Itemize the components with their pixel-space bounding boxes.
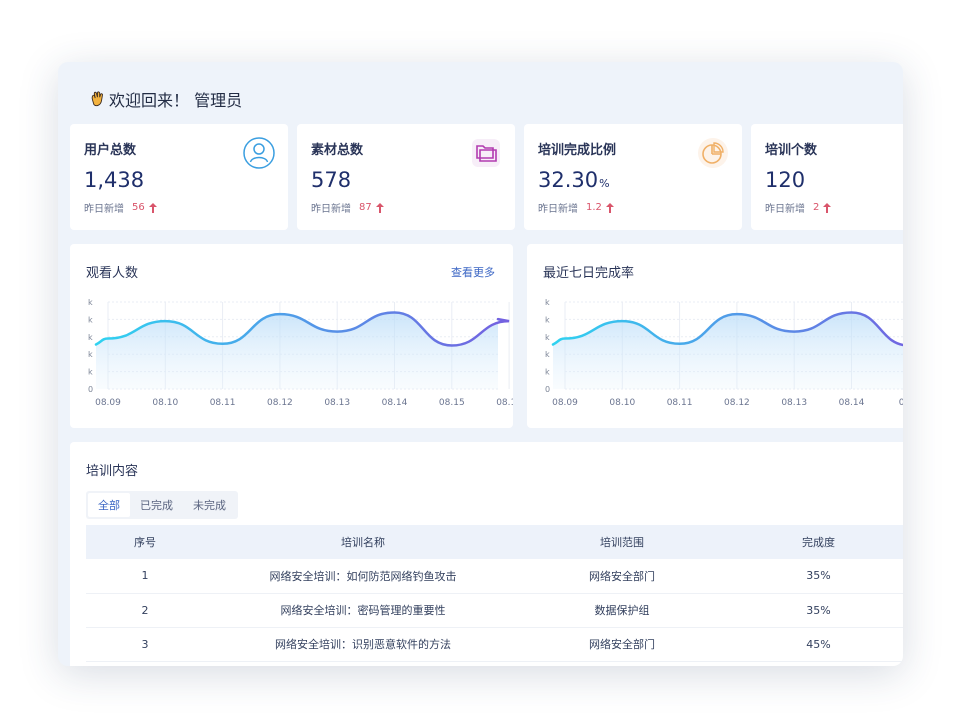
y-tick-label: 0: [545, 385, 550, 394]
tab-all[interactable]: 全部: [88, 493, 130, 517]
table-row[interactable]: 3 网络安全培训：识别恶意软件的方法 网络安全部门 45%: [86, 627, 903, 662]
stat-card-trainings[interactable]: 培训个数 120 昨日新增 2: [751, 124, 903, 230]
cell-progress: 35%: [722, 593, 903, 628]
stat-value: 1,438: [84, 168, 145, 192]
x-tick-label: 08.14: [839, 398, 865, 408]
welcome-text: 欢迎回来！ 管理员: [109, 91, 243, 110]
welcome-banner: 欢迎回来！ 管理员: [88, 88, 242, 110]
training-content-card: 培训内容 全部 已完成 未完成 序号 培训名称 培训范围 完成度 1 网络安全培…: [70, 442, 903, 666]
column-header: 培训范围: [522, 525, 722, 559]
stat-card-completion[interactable]: 培训完成比例 32.30% 昨日新增 1.2: [524, 124, 742, 230]
table-row[interactable]: 2 网络安全培训：密码管理的重要性 数据保护组 35%: [86, 593, 903, 628]
cell-name: 网络安全培训：如何防范网络钓鱼攻击: [204, 559, 522, 594]
cell-index: 1: [86, 559, 204, 594]
y-tick-label: k: [88, 315, 93, 324]
stat-delta: 昨日新增 87: [311, 200, 384, 215]
x-tick-label: 08.09: [95, 398, 121, 408]
stat-delta: 昨日新增 56: [84, 200, 157, 215]
y-tick-label: 0: [88, 385, 93, 394]
cell-name: 网络安全培训：密码管理的重要性: [204, 593, 522, 628]
column-header: 培训名称: [204, 525, 522, 559]
y-tick-label: k: [88, 333, 93, 342]
arrow-up-icon: [148, 202, 157, 213]
waving-hand-icon: [91, 91, 103, 107]
x-tick-label: 08.10: [152, 398, 178, 408]
x-tick-label: 08.10: [609, 398, 635, 408]
y-tick-label: k: [88, 350, 93, 359]
cell-scope: 网络安全部门: [522, 559, 722, 594]
column-header: 序号: [86, 525, 204, 559]
stat-card-users[interactable]: 用户总数 1,438 昨日新增 56: [70, 124, 288, 230]
stat-delta: 昨日新增 2: [765, 200, 832, 215]
cell-name: 网络安全培训：识别恶意软件的方法: [204, 627, 522, 662]
cell-index: 2: [86, 593, 204, 628]
x-tick-label: 08.11: [667, 398, 693, 408]
y-tick-label: k: [545, 298, 550, 307]
cell-progress: 35%: [722, 559, 903, 594]
cell-scope: 数据保护组: [522, 593, 722, 628]
tab-completed[interactable]: 已完成: [130, 493, 183, 517]
y-tick-label: k: [545, 333, 550, 342]
stat-title: 培训完成比例: [538, 143, 617, 158]
x-tick-label: 08.09: [552, 398, 578, 408]
x-tick-label: 08.13: [324, 398, 350, 408]
y-tick-label: k: [88, 368, 93, 377]
y-tick-label: k: [545, 315, 550, 324]
views-line-chart: kkkkk008.09 08.10 08.11 08.12 08.13 08.14 08.1…: [88, 298, 513, 408]
cell-progress: 45%: [722, 627, 903, 662]
stat-value: 578: [311, 168, 352, 192]
table-row[interactable]: 1 网络安全培训：如何防范网络钓鱼攻击 网络安全部门 35%: [86, 559, 903, 594]
x-tick-label: 08.12: [267, 398, 293, 408]
column-header: 完成度: [722, 525, 903, 559]
arrow-up-icon: [375, 202, 384, 213]
training-table: 序号 培训名称 培训范围 完成度 1 网络安全培训：如何防范网络钓鱼攻击 网络安…: [86, 525, 903, 662]
y-tick-label: k: [545, 368, 550, 377]
tab-incomplete[interactable]: 未完成: [183, 493, 236, 517]
x-tick-label: 08.14: [382, 398, 408, 408]
stat-delta: 昨日新增 1.2: [538, 200, 614, 215]
arrow-up-icon: [823, 202, 832, 213]
x-tick-label: 08.1: [899, 398, 903, 408]
table-header-row: 序号 培训名称 培训范围 完成度: [86, 525, 903, 559]
views-chart-card: 观看人数 查看更多 k k k k k 0 08.09 08.10 08.11 08.12 08.1…: [70, 244, 513, 428]
pie-chart-icon: [698, 138, 728, 168]
user-icon: [243, 137, 275, 169]
folder-icon: [472, 139, 500, 167]
training-title: 培训内容: [86, 464, 139, 479]
x-tick-label: 08.15: [439, 398, 465, 408]
y-tick-label: k: [545, 350, 550, 359]
stat-card-materials[interactable]: 素材总数 578 昨日新增 87: [297, 124, 515, 230]
stat-title: 培训个数: [765, 143, 818, 158]
series-area: [96, 312, 510, 389]
x-tick-label: 08.13: [781, 398, 807, 408]
stat-value: 120: [765, 168, 806, 192]
y-tick-label: k: [88, 298, 93, 307]
stat-title: 素材总数: [311, 143, 364, 158]
completion-chart-card: 最近七日完成率 k k k k k 0 08.09 08.10 08.11 08.12 08.13 0…: [527, 244, 903, 428]
completion-line-chart: kkkkk008.09 08.10 08.11 08.12 08.13 08.14 08.1: [545, 298, 903, 408]
cell-scope: 网络安全部门: [522, 627, 722, 662]
x-tick-label: 08.12: [724, 398, 750, 408]
dashboard-window: 欢迎回来！ 管理员 用户总数 1,438 昨日新增 56 素材总数 578 昨日新…: [58, 62, 903, 666]
x-tick-label: 08.11: [210, 398, 236, 408]
stat-value: 32.30%: [538, 168, 610, 192]
stat-title: 用户总数: [84, 143, 137, 158]
arrow-up-icon: [605, 202, 614, 213]
x-tick-label: 08.16: [496, 398, 513, 408]
training-tabs: 全部 已完成 未完成: [86, 491, 238, 519]
cell-index: 3: [86, 627, 204, 662]
